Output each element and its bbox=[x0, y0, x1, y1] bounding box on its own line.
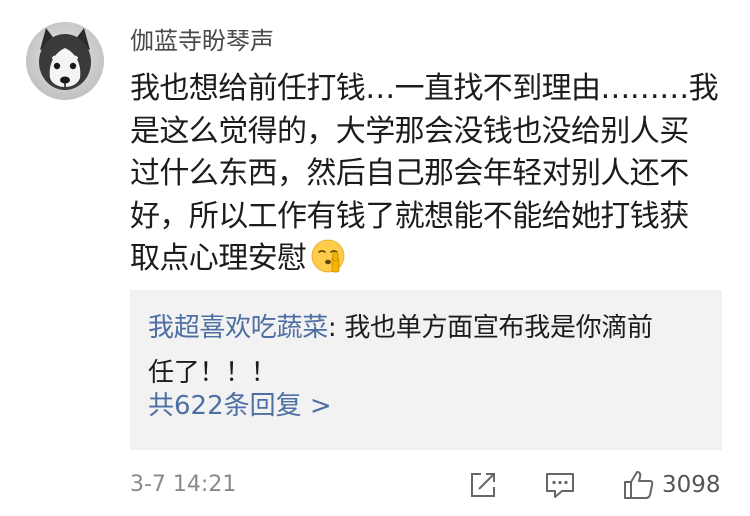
like-button[interactable]: 3098 bbox=[622, 468, 721, 502]
comment-timestamp: 3-7 14:21 bbox=[130, 472, 237, 497]
reply-preview-box[interactable]: 我超喜欢吃蔬菜: 我也单方面宣布我是你滴前 任了！！！ 共622条回复 > bbox=[130, 290, 722, 450]
husky-avatar-icon bbox=[26, 22, 104, 100]
like-count: 3098 bbox=[662, 472, 721, 498]
reply-line: 我超喜欢吃蔬菜: 我也单方面宣布我是你滴前 bbox=[148, 306, 708, 351]
avatar[interactable] bbox=[26, 22, 104, 100]
reply-username[interactable]: 我超喜欢吃蔬菜 bbox=[148, 313, 328, 343]
comment-line: 好，所以工作有钱了就想能不能给她打钱获 bbox=[130, 198, 689, 234]
comment-line: 是这么觉得的，大学那会没钱也没给别人买 bbox=[130, 113, 689, 149]
share-icon bbox=[471, 473, 495, 497]
shushing-face-emoji-icon bbox=[312, 239, 345, 273]
reply-preview: 我超喜欢吃蔬菜: 我也单方面宣布我是你滴前 任了！！！ bbox=[148, 306, 708, 396]
reply-button[interactable] bbox=[544, 468, 576, 502]
view-replies-link[interactable]: 共622条回复 > bbox=[148, 390, 332, 422]
comment-line: 我也想给前任打钱…一直找不到理由………我 bbox=[130, 71, 719, 106]
comment-icon bbox=[546, 473, 574, 498]
thumbs-up-icon bbox=[624, 471, 654, 499]
reply-text-line: 我也单方面宣布我是你滴前 bbox=[344, 313, 653, 343]
share-button[interactable] bbox=[468, 468, 498, 502]
comment-content: 我也想给前任打钱…一直找不到理由………我 是这么觉得的，大学那会没钱也没给别人买… bbox=[130, 68, 719, 281]
reply-separator: : bbox=[327, 313, 345, 343]
comment-line: 过什么东西，然后自己那会年轻对别人还不 bbox=[130, 156, 689, 191]
comment-card: 伽蓝寺盼琴声 我也想给前任打钱…一直找不到理由………我 是这么觉得的，大学那会没… bbox=[0, 0, 750, 516]
comment-line-last: 取点心理安慰 bbox=[130, 238, 716, 281]
comment-username[interactable]: 伽蓝寺盼琴声 bbox=[130, 26, 274, 56]
comment-line-text: 取点心理安慰 bbox=[130, 241, 307, 276]
